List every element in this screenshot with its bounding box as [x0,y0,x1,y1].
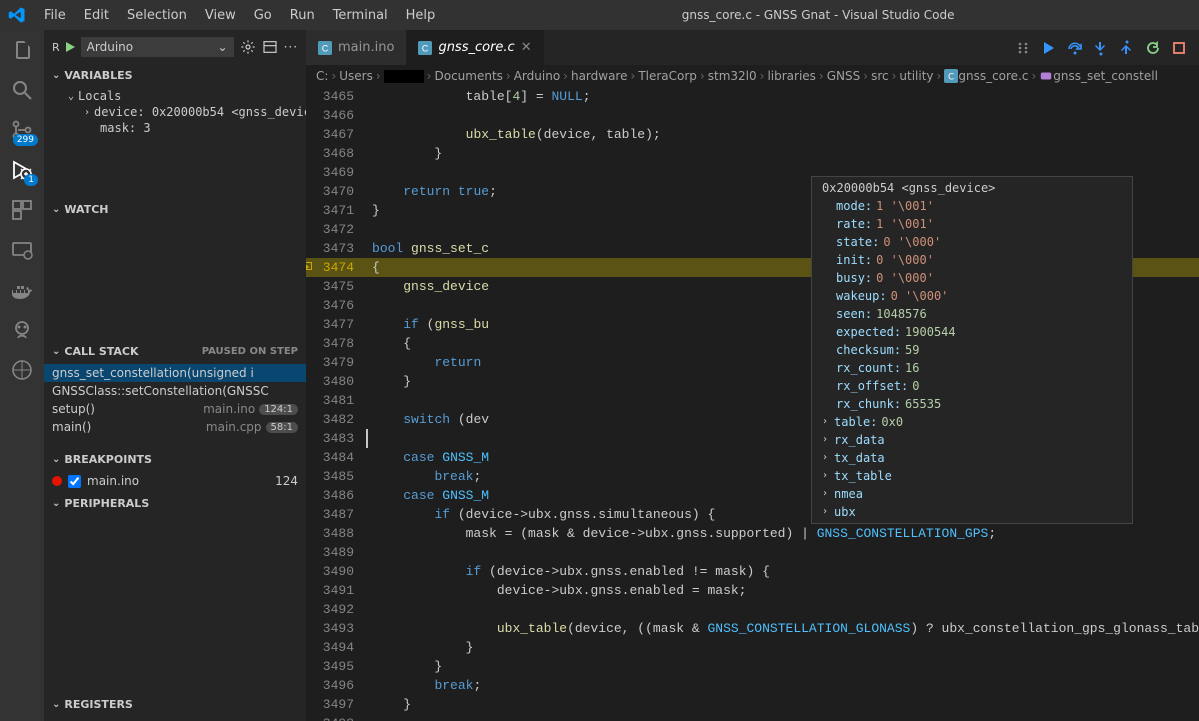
debug-config-select[interactable]: Arduino ⌄ [81,37,234,57]
c-file-icon: C [318,41,332,55]
menubar: File Edit Selection View Go Run Terminal… [0,0,1199,30]
remote-icon[interactable] [10,238,34,262]
svg-text:C: C [322,43,328,53]
callstack-frame-3[interactable]: main()main.cpp58:1 [44,418,306,436]
line-number-gutter: 3465346634673468346934703471347234733474… [306,87,372,721]
scm-badge: 299 [13,134,38,146]
svg-text:C: C [948,73,954,83]
docker-icon[interactable] [10,278,34,302]
debug-toolbar: R Arduino ⌄ ··· [44,30,306,64]
tab-bar: C main.ino C gnss_core.c ✕ [306,30,1199,65]
step-over-icon[interactable] [1067,40,1083,56]
step-into-icon[interactable] [1093,40,1109,56]
debug-badge: 1 [24,174,38,186]
var-device[interactable]: ›device: 0x20000b54 <gnss_devic… [44,104,306,120]
source-control-icon[interactable]: 299 [10,118,34,142]
menu-edit[interactable]: Edit [76,4,117,27]
activity-bar: 299 1 [0,30,44,721]
editor-area: C main.ino C gnss_core.c ✕ C:› Users› › [306,30,1199,721]
run-debug-icon[interactable]: 1 [10,158,34,182]
chevron-down-icon: ⌄ [218,40,228,54]
peripherals-header[interactable]: ⌄PERIPHERALS [44,492,306,514]
extensions-icon[interactable] [10,198,34,222]
menu-file[interactable]: File [36,4,74,27]
restart-icon[interactable] [1145,40,1161,56]
tab-gnss-core-c[interactable]: C gnss_core.c ✕ [406,30,543,65]
search-icon[interactable] [10,78,34,102]
vscode-logo-icon [8,6,26,24]
registers-header[interactable]: ⌄REGISTERS [44,693,306,715]
explorer-icon[interactable] [10,38,34,62]
variables-header[interactable]: ⌄VARIABLES [44,64,306,86]
breadcrumb[interactable]: C:› Users› › Documents› Arduino› hardwar… [306,65,1199,87]
gear-icon[interactable] [240,39,256,55]
callstack-frame-0[interactable]: gnss_set_constellation(unsigned i [44,364,306,382]
debug-sidebar: R Arduino ⌄ ··· ⌄VARIABLES ⌄Locals ›devi… [44,30,306,721]
close-icon[interactable]: ✕ [521,40,532,55]
menu-help[interactable]: Help [398,4,444,27]
var-mask[interactable]: mask: 3 [44,120,306,136]
svg-text:C: C [422,43,428,53]
menu-run[interactable]: Run [282,4,323,27]
breakpoints-header[interactable]: ⌄BREAKPOINTS [44,448,306,470]
start-debug-icon[interactable] [66,42,75,52]
window-title: gnss_core.c - GNSS Gnat - Visual Studio … [445,8,1191,22]
pio-icon[interactable] [10,318,34,342]
c-file-icon: C [944,69,958,83]
breakpoint-dot-icon [52,476,62,486]
menu-go[interactable]: Go [246,4,280,27]
watch-header[interactable]: ⌄WATCH [44,198,306,220]
more-icon[interactable]: ··· [284,40,298,54]
liveshare-icon[interactable] [10,358,34,382]
callstack-header[interactable]: ⌄CALL STACKPAUSED ON STEP [44,340,306,362]
drag-handle-icon[interactable] [1015,40,1031,56]
stop-icon[interactable] [1171,40,1187,56]
menu-selection[interactable]: Selection [119,4,195,27]
panel-icon[interactable] [262,39,278,55]
symbol-icon [1039,69,1053,83]
debug-hover-widget[interactable]: 0x20000b54 <gnss_device> mode:1 '\001' r… [811,176,1133,524]
tab-main-ino[interactable]: C main.ino [306,30,406,65]
step-out-icon[interactable] [1119,40,1135,56]
breakpoint-item[interactable]: main.ino 124 [44,472,306,490]
c-file-icon: C [418,41,432,55]
menu-terminal[interactable]: Terminal [325,4,396,27]
callstack-frame-2[interactable]: setup()main.ino124:1 [44,400,306,418]
debug-action-bar [1003,30,1199,65]
menu-view[interactable]: View [197,4,244,27]
locals-scope[interactable]: ⌄Locals [44,88,306,104]
continue-icon[interactable] [1041,40,1057,56]
callstack-frame-1[interactable]: GNSSClass::setConstellation(GNSSC [44,382,306,400]
breakpoint-checkbox[interactable] [68,475,81,488]
